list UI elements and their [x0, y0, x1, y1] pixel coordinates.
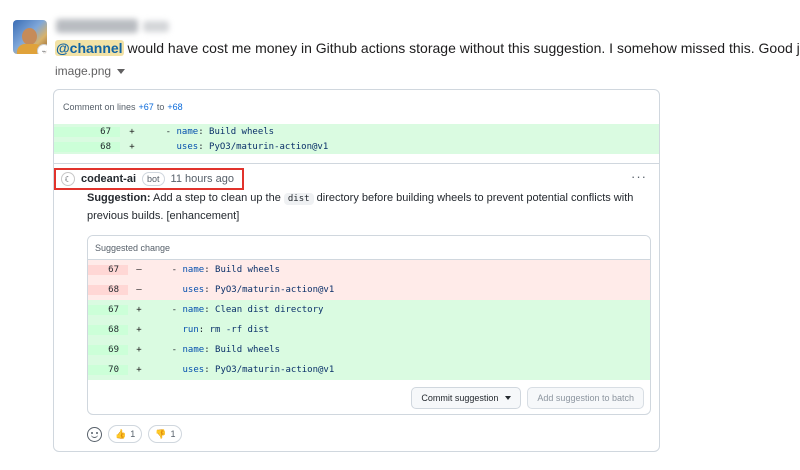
- line-number: 67: [88, 305, 128, 315]
- message-body: would have cost me money in Github actio…: [123, 40, 800, 56]
- message-text: @channel would have cost me money in Git…: [55, 40, 800, 56]
- suggestion-text: Suggestion: Add a step to clean up the d…: [87, 192, 634, 222]
- diff-sign: +: [136, 305, 142, 315]
- line-number: 68: [88, 285, 128, 295]
- diff-sign: –: [136, 265, 142, 275]
- diff-sign: +: [136, 325, 142, 335]
- chevron-down-icon[interactable]: [505, 396, 512, 400]
- bot-badge: bot: [142, 172, 165, 186]
- blurred-timestamp: [143, 21, 169, 32]
- reaction-thumbs-down[interactable]: 👎 1: [148, 425, 183, 443]
- user-avatar[interactable]: ⌁: [13, 20, 47, 54]
- code-line: uses: PyO3/maturin-action@v1: [176, 141, 329, 152]
- suggested-change-header: Suggested change: [88, 236, 650, 260]
- code-line: - name: Build wheels: [144, 126, 275, 137]
- commit-suggestion-label: Commit suggestion: [421, 393, 499, 403]
- code-line: - name: Build wheels: [150, 345, 281, 355]
- inline-code-dist: dist: [283, 193, 314, 205]
- thumbs-down-icon: 👎: [155, 428, 167, 439]
- line-end-link[interactable]: +68: [167, 102, 182, 112]
- commit-suggestion-button[interactable]: Commit suggestion: [411, 387, 522, 409]
- line-start-link[interactable]: +67: [139, 102, 154, 112]
- channel-mention[interactable]: @channel: [55, 40, 124, 56]
- suggestion-label: Suggestion:: [87, 192, 151, 204]
- reaction-count: 1: [130, 429, 136, 439]
- more-options-icon[interactable]: ···: [631, 169, 647, 184]
- context-diff: 67 + - name: Build wheels 68 + uses: PyO…: [54, 124, 659, 154]
- add-to-batch-button[interactable]: Add suggestion to batch: [527, 387, 644, 409]
- line-number: 70: [88, 365, 128, 375]
- diff-row: 69 + - name: Build wheels: [88, 340, 650, 360]
- status-icon: ⌁: [37, 44, 47, 54]
- blurred-username[interactable]: [56, 19, 138, 33]
- line-number: 68: [54, 141, 120, 152]
- diff-row: 68 + run: rm -rf dist: [88, 320, 650, 340]
- suggested-change-box: Suggested change 67 – - name: Build whee…: [87, 235, 651, 415]
- reaction-thumbs-up[interactable]: 👍 1: [108, 425, 143, 443]
- diff-sign: +: [136, 365, 142, 375]
- caret-down-icon[interactable]: [117, 68, 126, 74]
- add-reaction-smiley-icon[interactable]: [87, 426, 102, 442]
- diff-row: 68 – uses: PyO3/maturin-action@v1: [88, 280, 650, 300]
- attachment-name: image.png: [55, 64, 112, 78]
- attachment-toggle[interactable]: image.png: [55, 64, 126, 78]
- reaction-count: 1: [170, 429, 176, 439]
- code-line: uses: PyO3/maturin-action@v1: [182, 365, 335, 375]
- suggestion-actions: Commit suggestion Add suggestion to batc…: [88, 380, 650, 414]
- comment-author-highlight: ☾ codeant-ai bot 11 hours ago: [54, 168, 244, 190]
- diff-row: 67 – - name: Build wheels: [88, 260, 650, 280]
- comment-time[interactable]: 11 hours ago: [171, 173, 234, 185]
- diff-row: 67 + - name: Clean dist directory: [88, 300, 650, 320]
- line-number: 67: [54, 126, 120, 137]
- line-number: 69: [88, 345, 128, 355]
- reactions-bar: 👍 1 👎 1: [87, 425, 183, 443]
- codeant-logo-icon[interactable]: ☾: [61, 172, 75, 186]
- line-number: 67: [88, 265, 128, 275]
- code-line: run: rm -rf dist: [182, 325, 270, 335]
- review-comment-card: Comment on lines +67 to +68 67 + - name:…: [53, 89, 660, 452]
- diff-sign: +: [129, 126, 135, 137]
- diff-sign: +: [129, 141, 135, 152]
- comment-lines-header: Comment on lines +67 to +68: [54, 90, 659, 124]
- lines-prefix: Comment on lines: [63, 102, 136, 112]
- code-line: - name: Build wheels: [150, 265, 281, 275]
- author-name[interactable]: codeant-ai: [81, 173, 136, 185]
- avatar-face: [22, 28, 37, 45]
- diff-row: 68 + uses: PyO3/maturin-action@v1: [54, 139, 659, 154]
- diff-row: 70 + uses: PyO3/maturin-action@v1: [88, 360, 650, 380]
- lines-to: to: [156, 102, 165, 112]
- code-line: - name: Clean dist directory: [150, 305, 324, 315]
- diff-sign: +: [136, 345, 142, 355]
- diff-sign: –: [136, 285, 142, 295]
- thumbs-up-icon: 👍: [115, 428, 127, 439]
- line-number: 68: [88, 325, 128, 335]
- diff-row: 67 + - name: Build wheels: [54, 124, 659, 139]
- code-line: uses: PyO3/maturin-action@v1: [182, 285, 335, 295]
